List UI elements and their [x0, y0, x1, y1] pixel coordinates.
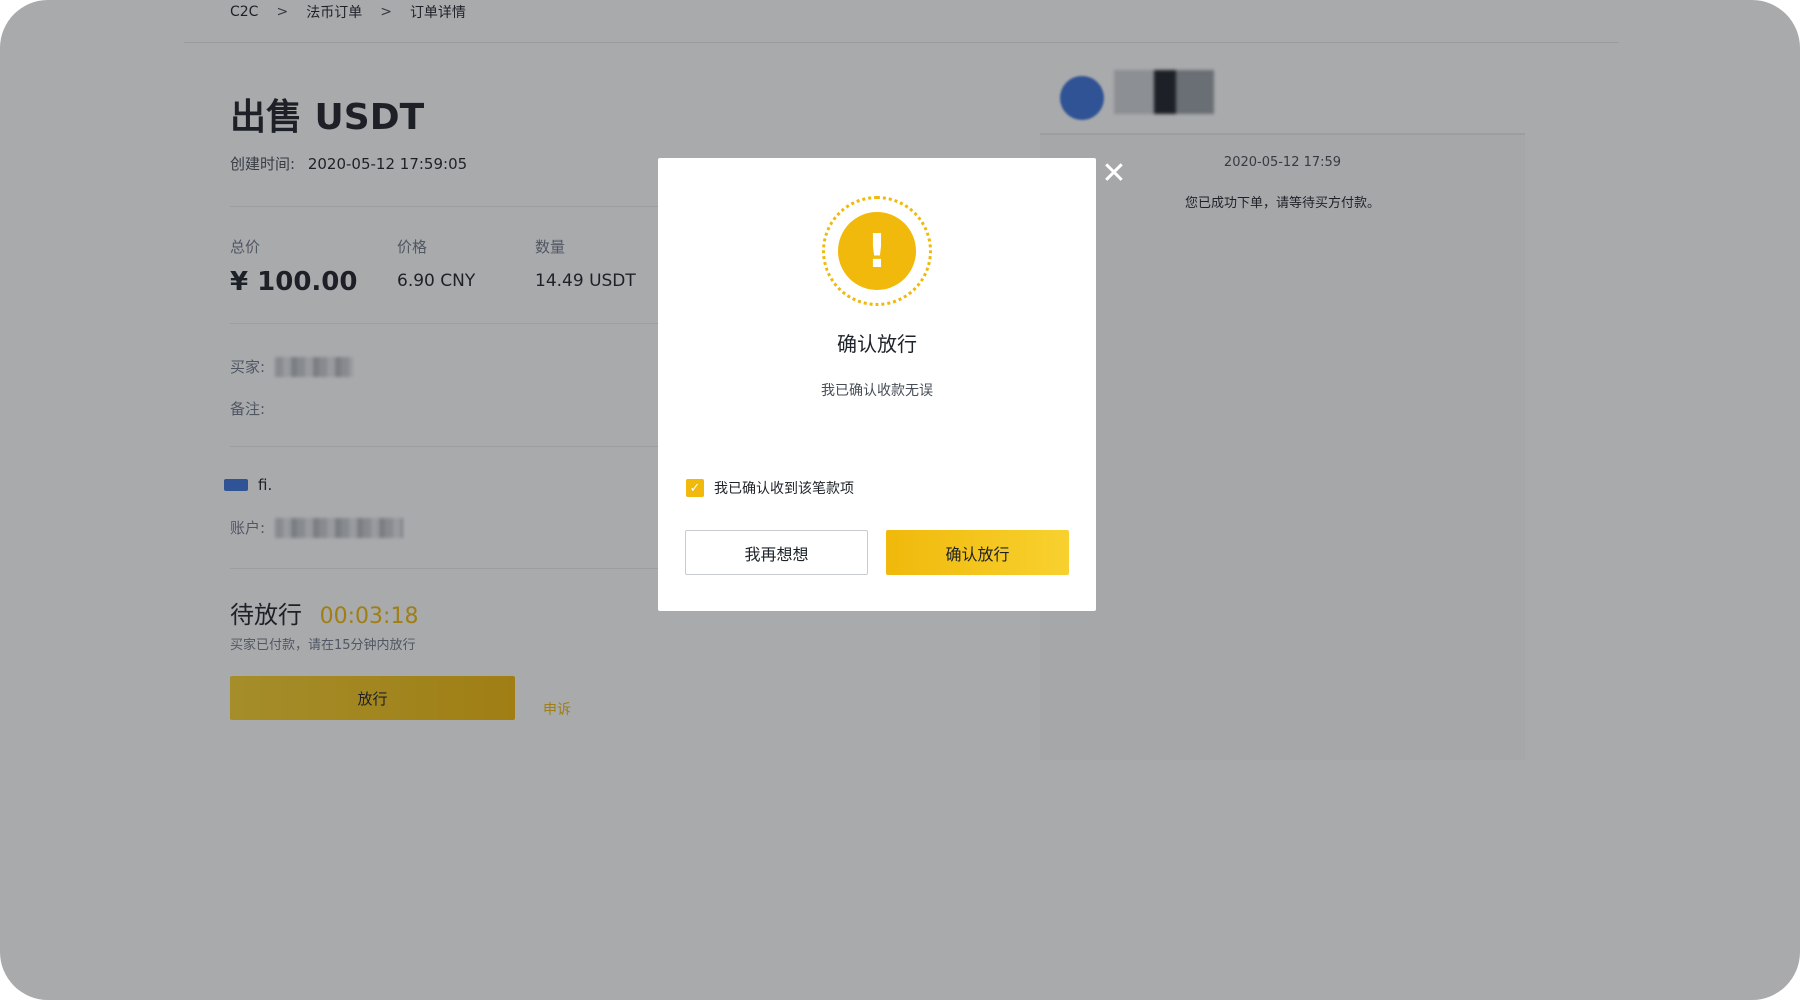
dialog-description: 我已确认收款无误 — [821, 383, 933, 399]
confirm-release-dialog: ! 确认放行 我已确认收款无误 ✓ 我已确认收到该笔款项 我再想想 确认放行 — [658, 158, 1096, 611]
confirm-checkbox-row[interactable]: ✓ 我已确认收到该笔款项 — [686, 478, 854, 498]
dialog-title: 确认放行 — [837, 332, 917, 356]
warning-icon-inner: ! — [838, 212, 916, 290]
cancel-button[interactable]: 我再想想 — [685, 530, 868, 575]
warning-icon: ! — [822, 196, 932, 306]
checkbox-checked-icon[interactable]: ✓ — [686, 479, 704, 497]
app-frame: C2C > 法币订单 > 订单详情 出售 USDT 创建时间: 2020-05-… — [0, 0, 1800, 1000]
checkbox-label[interactable]: 我已确认收到该笔款项 — [714, 478, 854, 498]
confirm-release-button[interactable]: 确认放行 — [886, 530, 1069, 575]
close-icon[interactable]: ✕ — [1100, 159, 1128, 189]
